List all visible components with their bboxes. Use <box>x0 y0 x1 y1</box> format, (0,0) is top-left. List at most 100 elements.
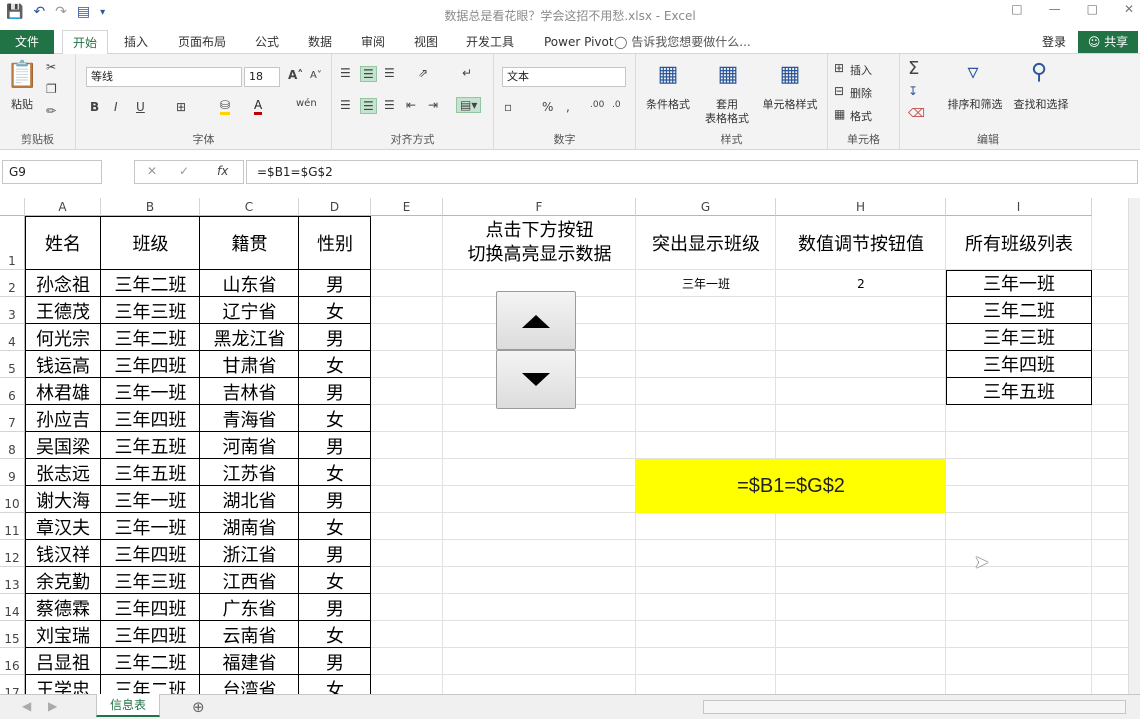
table-cell[interactable]: 黑龙江省 <box>200 324 299 351</box>
table-cell[interactable]: 王学忠 <box>25 675 101 694</box>
highlight-formula-cell[interactable]: =$B1=$G$2 <box>636 459 946 513</box>
column-header-d[interactable]: D <box>299 198 371 216</box>
table-cell[interactable]: 三年一班 <box>101 378 200 405</box>
table-cell[interactable]: 浙江省 <box>200 540 299 567</box>
table-cell[interactable]: 吕显祖 <box>25 648 101 675</box>
row-header-16[interactable]: 16 <box>0 648 25 675</box>
h1-header[interactable]: 数值调节按钮值 <box>776 216 946 270</box>
table-cell[interactable]: 王德茂 <box>25 297 101 324</box>
clear-icon[interactable]: ⌫ <box>908 106 925 120</box>
decrease-font-icon[interactable]: A˅ <box>310 70 322 81</box>
tab-power-pivot[interactable]: Power Pivot <box>544 30 614 54</box>
minimize-icon[interactable]: — <box>1049 2 1061 16</box>
add-sheet-icon[interactable]: ⊕ <box>192 698 205 716</box>
table-cell[interactable]: 三年三班 <box>101 297 200 324</box>
table-cell[interactable]: 刘宝瑞 <box>25 621 101 648</box>
ribbon-display-icon[interactable]: □ <box>1011 2 1022 16</box>
row-header-8[interactable]: 8 <box>0 432 25 459</box>
table-cell[interactable]: 林君雄 <box>25 378 101 405</box>
table-cell[interactable]: 男 <box>299 432 371 459</box>
tab-insert[interactable]: 插入 <box>124 30 148 54</box>
class-list-item[interactable]: 三年二班 <box>946 297 1092 324</box>
share-button[interactable]: ☺ 共享 <box>1078 31 1138 53</box>
column-header-c[interactable]: C <box>200 198 299 216</box>
merge-center-icon[interactable]: ▤▾ <box>456 97 482 113</box>
row-header-7[interactable]: 7 <box>0 405 25 432</box>
table-cell[interactable]: 三年四班 <box>101 351 200 378</box>
table-format-button-2[interactable]: 表格格式 <box>694 110 760 126</box>
table-cell[interactable]: 吴国梁 <box>25 432 101 459</box>
insert-icon[interactable]: ⊞ <box>834 61 844 75</box>
align-right-icon[interactable]: ☰ <box>384 98 395 112</box>
table-cell[interactable]: 江苏省 <box>200 459 299 486</box>
h2-spin-value[interactable]: 2 <box>776 270 946 297</box>
delete-button[interactable]: 删除 <box>850 85 872 101</box>
row-header-5[interactable]: 5 <box>0 351 25 378</box>
table-cell[interactable]: 三年二班 <box>101 270 200 297</box>
tab-view[interactable]: 视图 <box>414 30 438 54</box>
format-button[interactable]: 格式 <box>850 108 872 124</box>
table-cell[interactable]: 山东省 <box>200 270 299 297</box>
format-painter-icon[interactable]: ✏ <box>46 104 56 118</box>
next-sheet-icon[interactable]: ▶ <box>48 699 57 713</box>
cancel-icon[interactable]: ✕ <box>147 164 157 178</box>
conditional-format-button[interactable]: 条件格式 <box>640 96 696 112</box>
table-cell[interactable]: 男 <box>299 270 371 297</box>
underline-icon[interactable]: U <box>136 100 145 114</box>
table-header-1[interactable]: 班级 <box>101 216 200 270</box>
table-cell[interactable]: 福建省 <box>200 648 299 675</box>
row-header-9[interactable]: 9 <box>0 459 25 486</box>
table-cell[interactable]: 湖南省 <box>200 513 299 540</box>
decrease-decimal-icon[interactable]: .0 <box>612 100 621 110</box>
paste-button[interactable]: 粘贴 <box>6 96 38 112</box>
table-cell[interactable]: 三年四班 <box>101 405 200 432</box>
increase-font-icon[interactable]: A˄ <box>288 68 303 82</box>
enter-icon[interactable]: ✓ <box>179 164 189 178</box>
table-cell[interactable]: 男 <box>299 540 371 567</box>
tab-page-layout[interactable]: 页面布局 <box>178 30 226 54</box>
fill-icon[interactable]: ↧ <box>908 84 918 98</box>
table-cell[interactable]: 青海省 <box>200 405 299 432</box>
table-cell[interactable]: 男 <box>299 378 371 405</box>
tell-me-search[interactable]: ◯ 告诉我您想要做什么... <box>614 30 751 54</box>
sort-filter-icon[interactable]: ▿ <box>958 60 988 85</box>
table-cell[interactable]: 吉林省 <box>200 378 299 405</box>
row-header-3[interactable]: 3 <box>0 297 25 324</box>
row-header-11[interactable]: 11 <box>0 513 25 540</box>
insert-button[interactable]: 插入 <box>850 62 872 78</box>
bold-icon[interactable]: B <box>90 100 99 114</box>
tab-data[interactable]: 数据 <box>308 30 332 54</box>
name-box[interactable]: G9 <box>2 160 102 184</box>
table-header-3[interactable]: 性别 <box>299 216 371 270</box>
column-header-i[interactable]: I <box>946 198 1092 216</box>
table-cell[interactable]: 湖北省 <box>200 486 299 513</box>
table-cell[interactable]: 三年一班 <box>101 486 200 513</box>
class-list-item[interactable]: 三年五班 <box>946 378 1092 405</box>
tab-file[interactable]: 文件 <box>0 30 54 54</box>
class-list-item[interactable]: 三年一班 <box>946 270 1092 297</box>
table-cell[interactable]: 谢大海 <box>25 486 101 513</box>
table-cell[interactable]: 男 <box>299 486 371 513</box>
horizontal-scrollbar[interactable] <box>703 700 1126 714</box>
cell-style-button[interactable]: 单元格样式 <box>756 96 824 112</box>
paste-icon[interactable]: 📋 <box>6 60 38 90</box>
font-size-select[interactable]: 18 <box>244 67 280 87</box>
row-header-17[interactable]: 17 <box>0 675 25 694</box>
table-cell[interactable]: 三年一班 <box>101 513 200 540</box>
column-header-e[interactable]: E <box>371 198 443 216</box>
table-cell[interactable]: 三年四班 <box>101 621 200 648</box>
table-cell[interactable]: 孙应吉 <box>25 405 101 432</box>
table-cell[interactable]: 三年二班 <box>101 675 200 694</box>
table-cell[interactable]: 女 <box>299 405 371 432</box>
format-icon[interactable]: ▦ <box>834 107 845 121</box>
increase-indent-icon[interactable]: ⇥ <box>428 98 438 112</box>
table-cell[interactable]: 女 <box>299 675 371 694</box>
increase-decimal-icon[interactable]: .00 <box>590 100 604 110</box>
copy-icon[interactable]: ❐ <box>46 82 57 96</box>
table-cell[interactable]: 钱运高 <box>25 351 101 378</box>
table-cell[interactable]: 台湾省 <box>200 675 299 694</box>
table-cell[interactable]: 男 <box>299 324 371 351</box>
table-cell[interactable]: 女 <box>299 567 371 594</box>
table-cell[interactable]: 三年四班 <box>101 540 200 567</box>
table-cell[interactable]: 女 <box>299 297 371 324</box>
